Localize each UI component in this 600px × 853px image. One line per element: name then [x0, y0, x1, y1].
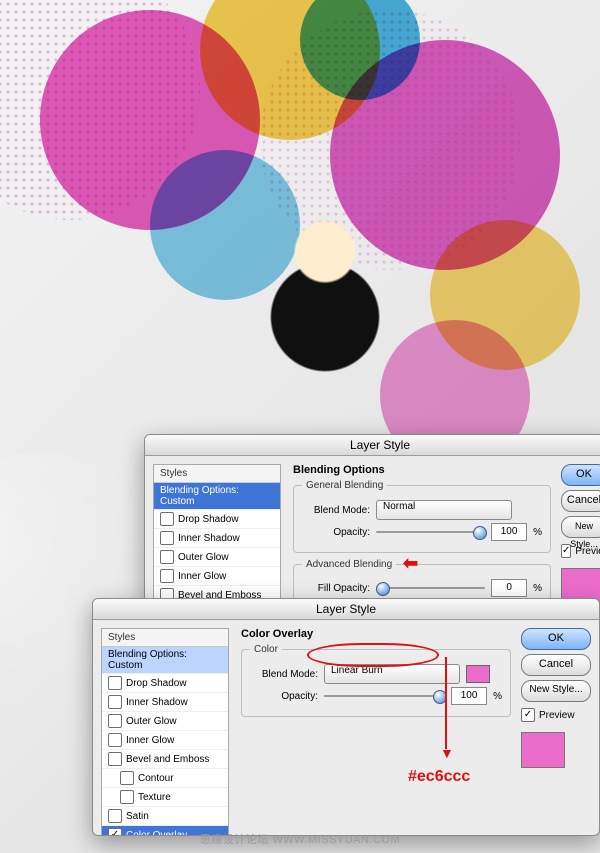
dialog-title: Layer Style [93, 599, 599, 620]
fill-opacity-label: Fill Opacity: [302, 583, 370, 594]
ok-button[interactable]: OK [561, 464, 600, 486]
sidebar-item-bevel-emboss[interactable]: Bevel and Emboss [102, 750, 228, 769]
new-style-button[interactable]: New Style... [521, 680, 591, 702]
general-blending-group: General Blending Blend Mode: Normal Opac… [293, 480, 551, 553]
opacity-slider[interactable] [324, 689, 445, 703]
blend-mode-select[interactable]: Linear Burn [324, 664, 460, 684]
cancel-button[interactable]: Cancel [561, 490, 600, 512]
preview-swatch [521, 732, 565, 768]
opacity-slider[interactable] [376, 525, 485, 539]
annotation-arrowhead-icon: ▼ [440, 745, 454, 761]
button-column: OK Cancel New Style... Preview [561, 456, 600, 604]
blend-mode-label: Blend Mode: [250, 669, 318, 680]
opacity-input[interactable]: 100 [451, 687, 487, 705]
sidebar-item-outer-glow[interactable]: Outer Glow [102, 712, 228, 731]
sidebar-item-contour[interactable]: Contour [102, 769, 228, 788]
blend-mode-label: Blend Mode: [302, 505, 370, 516]
sidebar-item-outer-glow[interactable]: Outer Glow [154, 548, 280, 567]
sidebar-item-inner-shadow[interactable]: Inner Shadow [154, 529, 280, 548]
fill-opacity-slider[interactable] [376, 581, 485, 595]
blend-mode-select[interactable]: Normal [376, 500, 512, 520]
button-column: OK Cancel New Style... Preview [521, 620, 599, 768]
color-group: Color Blend Mode: Linear Burn Opacity: 1… [241, 644, 511, 717]
color-overlay-panel: Color Overlay Color Blend Mode: Linear B… [237, 620, 521, 731]
preview-checkbox[interactable] [521, 708, 535, 722]
annotation-arrow-icon: ⬅ [403, 553, 418, 574]
watermark-text: 思缘设计论坛 WWW.MISSYUAN.COM [0, 831, 600, 847]
styles-sidebar: Styles Blending Options: Custom Drop Sha… [101, 628, 229, 836]
preview-checkbox[interactable] [561, 544, 571, 558]
sidebar-item-texture[interactable]: Texture [102, 788, 228, 807]
overlay-color-swatch[interactable] [466, 665, 490, 683]
sidebar-item-satin[interactable]: Satin [102, 807, 228, 826]
annotation-line [445, 657, 447, 749]
sidebar-item-drop-shadow[interactable]: Drop Shadow [154, 510, 280, 529]
ok-button[interactable]: OK [521, 628, 591, 650]
annotation-hex: #ec6ccc [408, 768, 470, 786]
new-style-button[interactable]: New Style... [561, 516, 600, 538]
sidebar-item-inner-glow[interactable]: Inner Glow [154, 567, 280, 586]
fill-opacity-input[interactable]: 0 [491, 579, 527, 597]
opacity-input[interactable]: 100 [491, 523, 527, 541]
sidebar-header: Styles [102, 629, 228, 647]
dialog-title: Layer Style [145, 435, 600, 456]
opacity-label: Opacity: [250, 691, 318, 702]
sidebar-item-inner-shadow[interactable]: Inner Shadow [102, 693, 228, 712]
panel-title: Color Overlay [241, 628, 511, 640]
cancel-button[interactable]: Cancel [521, 654, 591, 676]
layer-style-dialog-bottom: Layer Style Styles Blending Options: Cus… [92, 598, 600, 836]
panel-title: Blending Options [293, 464, 551, 476]
sidebar-header: Styles [154, 465, 280, 483]
sidebar-blending-options[interactable]: Blending Options: Custom [154, 483, 280, 510]
sidebar-item-inner-glow[interactable]: Inner Glow [102, 731, 228, 750]
opacity-label: Opacity: [302, 527, 370, 538]
sidebar-blending-options[interactable]: Blending Options: Custom [102, 647, 228, 674]
rocker-figure [200, 200, 450, 460]
sidebar-item-drop-shadow[interactable]: Drop Shadow [102, 674, 228, 693]
